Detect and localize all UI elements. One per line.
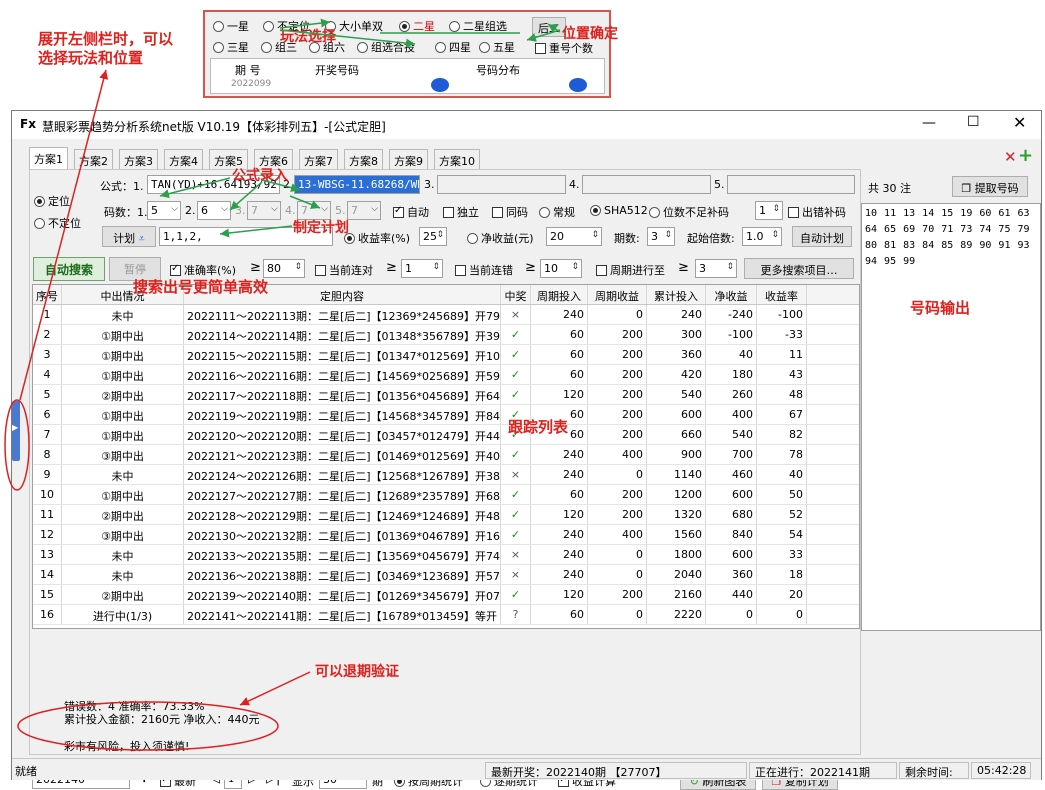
annotation-arrows bbox=[4, 18, 561, 751]
